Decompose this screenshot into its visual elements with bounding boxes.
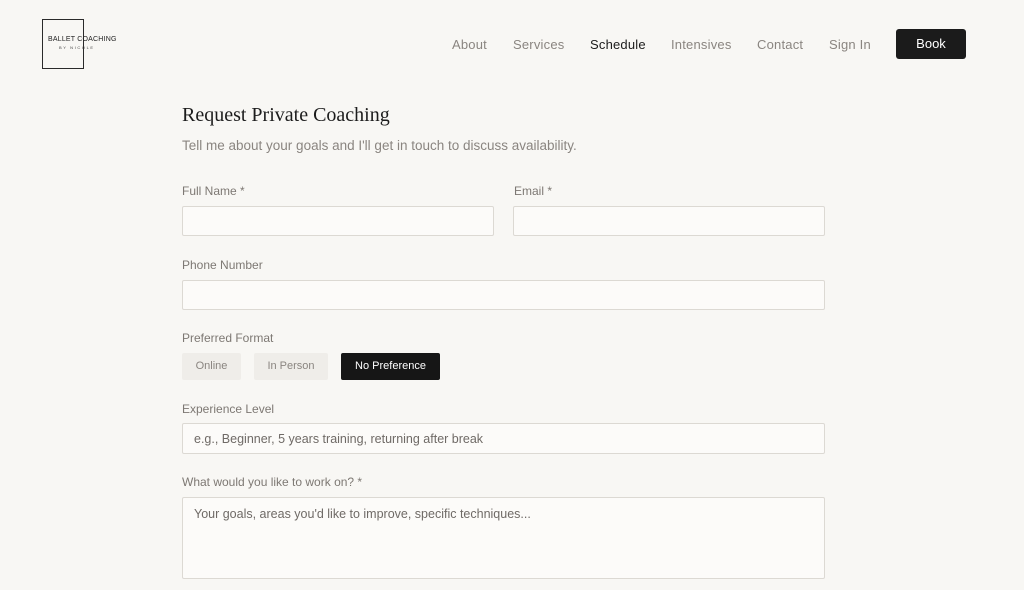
form-title: Request Private Coaching — [182, 104, 390, 126]
full-name-label: Full Name * — [182, 184, 245, 198]
goals-label: What would you like to work on? * — [182, 475, 363, 489]
book-button[interactable]: Book — [896, 29, 966, 59]
page: BALLET COACHING BY NICOLE About Services… — [0, 0, 1024, 590]
email-label: Email * — [514, 184, 553, 198]
form-subtitle: Tell me about your goals and I'll get in… — [182, 138, 577, 153]
goals-textarea[interactable] — [182, 497, 825, 579]
nav-contact[interactable]: Contact — [757, 37, 803, 52]
nav-about[interactable]: About — [452, 37, 487, 52]
nav-intensives[interactable]: Intensives — [671, 37, 732, 52]
logo-title: BALLET COACHING — [48, 36, 117, 43]
nav-sign-in[interactable]: Sign In — [829, 37, 871, 52]
format-option-in-person[interactable]: In Person — [254, 353, 328, 380]
experience-label: Experience Level — [182, 402, 275, 416]
nav-services[interactable]: Services — [513, 37, 564, 52]
logo-subtitle: BY NICOLE — [59, 45, 95, 50]
format-option-online[interactable]: Online — [182, 353, 241, 380]
email-input[interactable] — [513, 206, 825, 236]
preferred-format-label: Preferred Format — [182, 331, 274, 345]
phone-input[interactable] — [182, 280, 825, 310]
full-name-input[interactable] — [182, 206, 494, 236]
experience-input[interactable] — [182, 423, 825, 454]
nav-schedule[interactable]: Schedule — [590, 37, 646, 52]
phone-label: Phone Number — [182, 258, 263, 272]
logo[interactable] — [42, 19, 84, 69]
format-option-no-preference[interactable]: No Preference — [341, 353, 440, 380]
